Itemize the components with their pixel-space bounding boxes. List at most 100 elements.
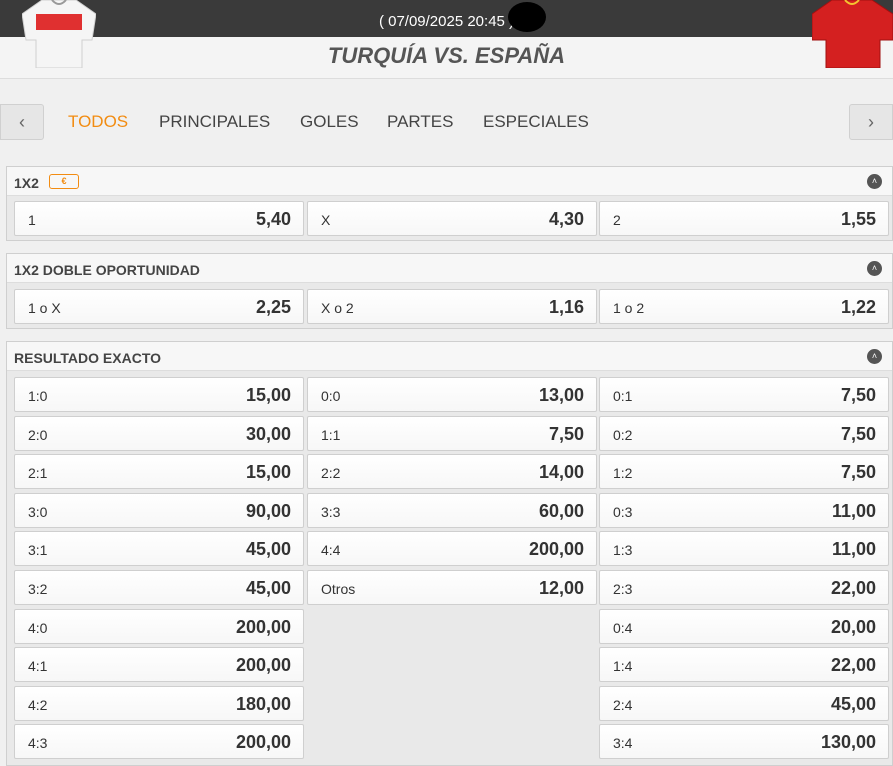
collapse-icon[interactable]: ˄ xyxy=(867,261,882,276)
odds-button[interactable]: X o 2 1,16 xyxy=(307,289,597,324)
odds-button[interactable]: X 4,30 xyxy=(307,201,597,236)
odds-value: 15,00 xyxy=(245,385,291,405)
odds-value: 45,00 xyxy=(830,694,876,714)
redaction-mark xyxy=(508,2,546,32)
odds-button[interactable]: 3:4 130,00 xyxy=(599,724,889,759)
score-label: 1:3 xyxy=(613,542,633,558)
match-title: TURQUÍA VS. ESPAÑA xyxy=(327,43,566,68)
odds-button[interactable]: 1:0 15,00 xyxy=(14,377,304,412)
score-label: 4:2 xyxy=(28,697,48,713)
odds-button[interactable]: 3:3 60,00 xyxy=(307,493,597,528)
odds-button[interactable]: 1 5,40 xyxy=(14,201,304,236)
market-1x2-header[interactable]: 1X2 € ˄ xyxy=(7,167,892,196)
odds-button[interactable]: 3:1 45,00 xyxy=(14,531,304,566)
market-1x2: 1X2 € ˄ 1 5,40 X 4,30 2 1,55 xyxy=(6,166,893,241)
score-label: 0:0 xyxy=(321,388,341,404)
match-title-bar: TURQUÍA VS. ESPAÑA xyxy=(0,37,893,79)
odds-button[interactable]: 1 o X 2,25 xyxy=(14,289,304,324)
market-doble-oportunidad: 1X2 DOBLE OPORTUNIDAD ˄ 1 o X 2,25 X o 2 1… xyxy=(6,253,893,329)
score-label: 2:0 xyxy=(28,427,48,443)
score-label: 2:1 xyxy=(28,465,48,481)
odds-button[interactable]: 1:1 7,50 xyxy=(307,416,597,451)
tab-todos[interactable]: TODOS xyxy=(68,112,128,132)
euro-cashout-icon: € xyxy=(49,174,79,189)
odds-value: 45,00 xyxy=(245,578,291,598)
collapse-icon[interactable]: ˄ xyxy=(867,174,882,189)
odds-button[interactable]: 2:0 30,00 xyxy=(14,416,304,451)
score-label: 1:1 xyxy=(321,427,341,443)
odds-value: 11,00 xyxy=(831,539,876,559)
odds-value: 22,00 xyxy=(830,655,876,675)
market-title: 1X2 xyxy=(14,175,39,191)
outcome-label: X xyxy=(321,212,331,228)
tabs-prev-button[interactable]: ‹ xyxy=(0,104,44,140)
odds-value: 200,00 xyxy=(235,732,291,752)
odds-value: 7,50 xyxy=(548,424,584,444)
score-label: 1:2 xyxy=(613,465,633,481)
outcome-label: 2 xyxy=(613,212,621,228)
score-label: 4:0 xyxy=(28,620,48,636)
score-label: 4:3 xyxy=(28,735,48,751)
score-label: 3:1 xyxy=(28,542,48,558)
odds-button[interactable]: 0:2 7,50 xyxy=(599,416,889,451)
odds-value: 20,00 xyxy=(830,617,876,637)
odds-value: 2,25 xyxy=(255,297,291,317)
score-label: 3:4 xyxy=(613,735,633,751)
odds-value: 13,00 xyxy=(538,385,584,405)
odds-button[interactable]: 1:3 11,00 xyxy=(599,531,889,566)
score-label: 4:4 xyxy=(321,542,341,558)
odds-button[interactable]: 0:1 7,50 xyxy=(599,377,889,412)
odds-button[interactable]: 2:2 14,00 xyxy=(307,454,597,489)
home-team-shirt-icon xyxy=(22,0,96,68)
odds-button[interactable]: 4:1 200,00 xyxy=(14,647,304,682)
market-exacto-header[interactable]: RESULTADO EXACTO ˄ xyxy=(7,342,892,371)
odds-value: 200,00 xyxy=(235,617,291,637)
odds-button[interactable]: 4:4 200,00 xyxy=(307,531,597,566)
score-label: 2:2 xyxy=(321,465,341,481)
market-title: RESULTADO EXACTO xyxy=(14,350,162,366)
odds-value: 12,00 xyxy=(538,578,584,598)
odds-value: 1,16 xyxy=(548,297,584,317)
odds-button[interactable]: 3:0 90,00 xyxy=(14,493,304,528)
score-label: 3:0 xyxy=(28,504,48,520)
odds-button[interactable]: 3:2 45,00 xyxy=(14,570,304,605)
score-label: 4:1 xyxy=(28,658,48,674)
market-resultado-exacto: RESULTADO EXACTO ˄ 1:0 15,00 2:0 30,00 2:1 15… xyxy=(6,341,893,766)
market-title: 1X2 DOBLE OPORTUNIDAD xyxy=(14,262,200,278)
odds-button[interactable]: 1:2 7,50 xyxy=(599,454,889,489)
odds-value: 1,55 xyxy=(840,209,876,229)
score-label: 1:0 xyxy=(28,388,48,404)
tab-partes[interactable]: PARTES xyxy=(387,112,453,132)
market-doble-header[interactable]: 1X2 DOBLE OPORTUNIDAD ˄ xyxy=(7,254,892,283)
odds-button[interactable]: 4:0 200,00 xyxy=(14,609,304,644)
match-header-bar: ( 07/09/2025 20:45 ) xyxy=(0,0,893,37)
outcome-label: X o 2 xyxy=(321,300,354,316)
tab-principales[interactable]: PRINCIPALES xyxy=(159,112,270,132)
odds-value: 1,22 xyxy=(840,297,876,317)
collapse-icon[interactable]: ˄ xyxy=(867,349,882,364)
score-label: 2:3 xyxy=(613,581,633,597)
odds-value: 11,00 xyxy=(831,501,876,521)
tabs-next-button[interactable]: › xyxy=(849,104,893,140)
odds-button[interactable]: 0:4 20,00 xyxy=(599,609,889,644)
odds-button[interactable]: 4:2 180,00 xyxy=(14,686,304,721)
odds-button[interactable]: 2 1,55 xyxy=(599,201,889,236)
odds-button[interactable]: 2:1 15,00 xyxy=(14,454,304,489)
score-label: 0:3 xyxy=(613,504,633,520)
odds-button[interactable]: 2:4 45,00 xyxy=(599,686,889,721)
odds-button[interactable]: 0:3 11,00 xyxy=(599,493,889,528)
score-label: 0:4 xyxy=(613,620,633,636)
odds-button[interactable]: Otros 12,00 xyxy=(307,570,597,605)
score-label: 1:4 xyxy=(613,658,633,674)
tab-goles[interactable]: GOLES xyxy=(300,112,359,132)
odds-button[interactable]: 1 o 2 1,22 xyxy=(599,289,889,324)
odds-value: 4,30 xyxy=(548,209,584,229)
odds-button[interactable]: 0:0 13,00 xyxy=(307,377,597,412)
odds-value: 7,50 xyxy=(840,462,876,482)
odds-button[interactable]: 2:3 22,00 xyxy=(599,570,889,605)
tab-especiales[interactable]: ESPECIALES xyxy=(483,112,589,132)
odds-button[interactable]: 4:3 200,00 xyxy=(14,724,304,759)
odds-value: 200,00 xyxy=(235,655,291,675)
odds-button[interactable]: 1:4 22,00 xyxy=(599,647,889,682)
match-datetime: ( 07/09/2025 20:45 ) xyxy=(378,13,515,30)
